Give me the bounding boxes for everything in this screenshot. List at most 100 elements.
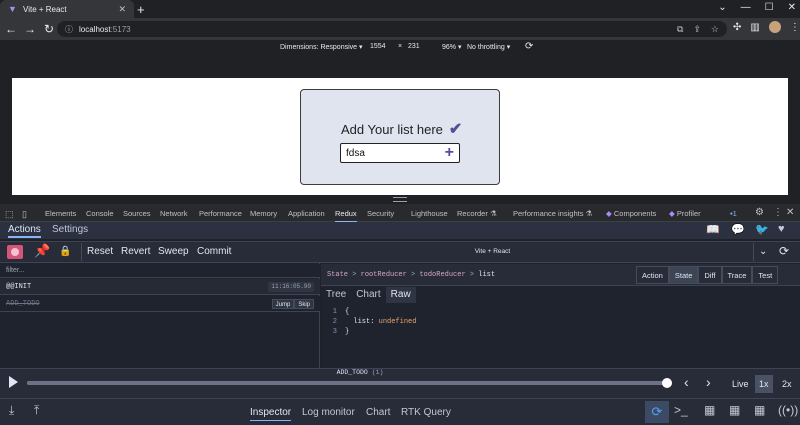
tab-profiler[interactable]: ◆ Profiler: [669, 209, 701, 218]
chevron-right-icon[interactable]: ›: [706, 374, 711, 390]
tab-trace[interactable]: Trace: [721, 266, 753, 284]
record-button[interactable]: [7, 245, 23, 259]
close-tab-icon[interactable]: ✕: [118, 4, 126, 15]
dispatcher-icon[interactable]: ▦: [754, 403, 765, 417]
tab-redux[interactable]: Redux: [335, 209, 357, 223]
lock-icon[interactable]: 🔒: [59, 246, 71, 257]
window-icon[interactable]: ▦: [729, 403, 740, 417]
browser-tab[interactable]: ▼ Vite + React ✕: [0, 0, 134, 18]
chat-icon[interactable]: 💬: [731, 223, 745, 236]
chevron-down-icon[interactable]: ⌄: [718, 2, 726, 13]
zoom-select[interactable]: 96% ▾: [442, 43, 461, 51]
close-window-icon[interactable]: ✕: [788, 2, 796, 13]
play-icon[interactable]: [9, 376, 18, 388]
import-icon[interactable]: ⤓: [9, 403, 14, 418]
sidepanel-icon[interactable]: ▥: [750, 22, 759, 33]
book-icon[interactable]: 📖: [706, 223, 720, 236]
tab-action[interactable]: Action: [636, 266, 669, 284]
tab-inspector[interactable]: Inspector: [250, 407, 292, 421]
width-input[interactable]: 1554: [370, 43, 386, 50]
minimize-icon[interactable]: —: [741, 2, 751, 13]
open-in-icon[interactable]: ⧉: [677, 24, 683, 35]
heart-icon[interactable]: ♥: [778, 223, 785, 235]
tab-chart[interactable]: Chart: [366, 407, 390, 418]
resize-handle[interactable]: [393, 197, 407, 202]
commit-button[interactable]: Commit: [197, 246, 231, 257]
throttling-select[interactable]: No throttling ▾: [467, 43, 510, 51]
reload-icon[interactable]: ↻: [41, 22, 57, 36]
info-icon[interactable]: ⓘ: [65, 24, 73, 35]
close-devtools-icon[interactable]: ✕: [786, 207, 794, 218]
address-bar[interactable]: ⓘ localhost:5173 ⧉ ⇪ ☆: [57, 21, 727, 37]
tab-memory[interactable]: Memory: [250, 209, 277, 218]
chevron-down-icon[interactable]: ⌄: [759, 246, 767, 257]
sync-icon[interactable]: ⟳: [779, 244, 789, 258]
tab-elements[interactable]: Elements: [45, 209, 76, 218]
tab-test[interactable]: Test: [752, 266, 779, 284]
add-icon[interactable]: +: [445, 144, 454, 162]
terminal-icon[interactable]: >_: [674, 403, 688, 417]
tab-lighthouse[interactable]: Lighthouse: [411, 209, 448, 218]
tab-state[interactable]: State: [668, 266, 699, 284]
live-button[interactable]: Live: [728, 375, 753, 393]
tab-tree[interactable]: Tree: [321, 287, 351, 303]
inspect-icon[interactable]: ⬚: [5, 209, 14, 220]
revert-button[interactable]: Revert: [121, 246, 150, 257]
crumb-todo[interactable]: todoReducer: [419, 271, 465, 279]
tab-diff[interactable]: Diff: [698, 266, 722, 284]
export-icon[interactable]: ⤒: [34, 403, 39, 418]
instance-select[interactable]: Vite + React: [240, 244, 745, 260]
tab-sources[interactable]: Sources: [123, 209, 151, 218]
bookmark-star-icon[interactable]: ☆: [711, 24, 719, 35]
dimensions-select[interactable]: Dimensions: Responsive ▾: [280, 43, 363, 51]
issues-badge[interactable]: ▪1: [730, 209, 737, 218]
forward-icon[interactable]: →: [22, 22, 38, 36]
tab-network[interactable]: Network: [160, 209, 188, 218]
slider-handle[interactable]: [662, 378, 672, 388]
share-icon[interactable]: ⇪: [693, 24, 701, 35]
menu-kebab-icon[interactable]: ⋮: [790, 22, 800, 33]
jump-button[interactable]: Jump: [271, 299, 295, 309]
remote-icon[interactable]: ((•)): [778, 403, 798, 417]
height-input[interactable]: 231: [408, 43, 420, 50]
tab-performance[interactable]: Performance: [199, 209, 242, 218]
action-row[interactable]: @@INIT 11:16:05.90: [0, 279, 320, 295]
more-options-icon[interactable]: ⋮: [773, 207, 783, 218]
maximize-icon[interactable]: ☐: [765, 2, 774, 13]
persist-icon[interactable]: ⟳: [645, 401, 669, 423]
todo-input[interactable]: [346, 147, 436, 159]
tab-console[interactable]: Console: [86, 209, 114, 218]
speed-2x-button[interactable]: 2x: [778, 375, 796, 393]
rotate-icon[interactable]: ⟳: [525, 41, 533, 52]
tab-raw[interactable]: Raw: [385, 287, 416, 303]
crumb-state[interactable]: State: [327, 271, 348, 279]
skip-button[interactable]: Skip: [294, 299, 314, 309]
tab-redux-settings[interactable]: Settings: [52, 224, 88, 235]
pin-icon[interactable]: 📌: [34, 243, 50, 259]
tab-components[interactable]: ◆ Components: [606, 209, 656, 218]
speed-1x-button[interactable]: 1x: [755, 375, 773, 393]
crumb-current: list: [478, 271, 496, 279]
back-icon[interactable]: ←: [3, 22, 19, 36]
tab-performance-insights[interactable]: Performance insights ⚗: [513, 209, 592, 218]
tab-log-monitor[interactable]: Log monitor: [302, 407, 355, 418]
grid-icon[interactable]: ▦: [704, 403, 715, 417]
settings-gear-icon[interactable]: ⚙: [755, 207, 764, 218]
action-row[interactable]: ADD_TODO Jump Skip: [0, 296, 320, 312]
twitter-icon[interactable]: 🐦: [755, 223, 769, 236]
reset-button[interactable]: Reset: [87, 246, 113, 257]
device-toggle-icon[interactable]: ▯: [22, 209, 27, 220]
tab-rtk-query[interactable]: RTK Query: [401, 407, 451, 418]
filter-input[interactable]: filter...: [0, 264, 320, 278]
tab-application[interactable]: Application: [288, 209, 325, 218]
chevron-left-icon[interactable]: ‹: [684, 374, 689, 390]
crumb-root[interactable]: rootReducer: [361, 271, 407, 279]
new-tab-button[interactable]: +: [137, 2, 145, 17]
tab-recorder[interactable]: Recorder ⚗: [457, 209, 497, 218]
tab-chart-view[interactable]: Chart: [351, 287, 385, 303]
avatar[interactable]: [768, 21, 781, 33]
tab-actions[interactable]: Actions: [8, 224, 41, 238]
sweep-button[interactable]: Sweep: [158, 246, 189, 257]
tab-security[interactable]: Security: [367, 209, 394, 218]
puzzle-extensions-icon[interactable]: ✣: [733, 22, 741, 33]
